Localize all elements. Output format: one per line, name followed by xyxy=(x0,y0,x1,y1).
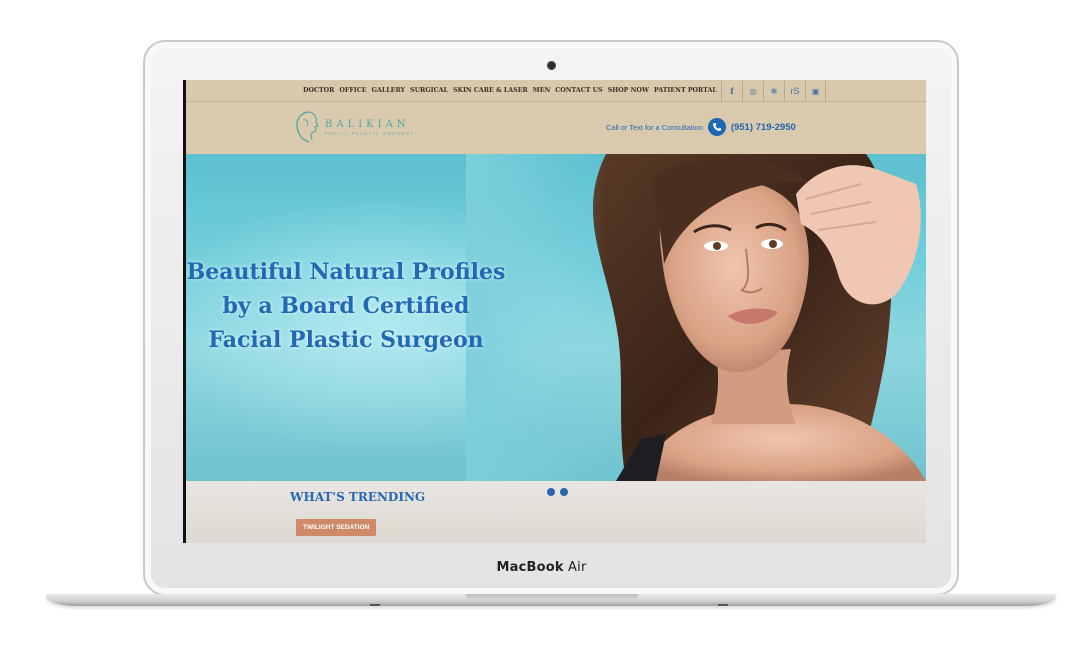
phone-icon[interactable] xyxy=(707,118,726,136)
device-label: MacBook Air xyxy=(0,560,1083,575)
nav-link-skin-care-laser[interactable]: SKIN CARE & LASER xyxy=(453,87,528,94)
laptop-foot-right xyxy=(718,604,728,606)
hero-line-3: Facial Plastic Surgeon xyxy=(208,327,484,353)
nav-link-office[interactable]: OFFICE xyxy=(339,87,366,94)
laptop-hinge-notch xyxy=(466,594,638,600)
site-logo[interactable]: BALIKIAN FACIAL PLASTIC SURGERY xyxy=(293,110,415,144)
trending-title: WHAT'S TRENDING xyxy=(290,490,426,504)
face-profile-logo-icon xyxy=(296,111,319,143)
nav-link-surgical[interactable]: SURGICAL xyxy=(410,87,448,94)
facebook-icon[interactable]: f xyxy=(721,81,742,101)
laptop-foot-left xyxy=(370,604,380,606)
hero-woman-photo xyxy=(466,154,926,481)
hero-line-1: Beautiful Natural Profiles xyxy=(186,259,506,285)
browser-screen: DOCTOR OFFICE GALLERY SURGICAL SKIN CARE… xyxy=(183,80,926,543)
twilight-sedation-button[interactable]: TWILIGHT SEDATION xyxy=(296,519,377,536)
carousel-dots xyxy=(547,488,568,496)
consultation-call: Call or Text for a Consultation (951) 71… xyxy=(606,118,796,136)
nav-link-shop-now[interactable]: SHOP NOW xyxy=(608,87,649,94)
hero-headline: Beautiful Natural Profiles by a Board Ce… xyxy=(186,255,506,357)
carousel-dot-2[interactable] xyxy=(560,488,568,496)
phone-handset-icon xyxy=(712,123,721,131)
realself-icon[interactable]: rS xyxy=(784,81,805,101)
logo-name: BALIKIAN xyxy=(325,118,410,130)
device-brand-light: Air xyxy=(563,560,587,575)
logo-tagline: FACIAL PLASTIC SURGERY xyxy=(325,130,415,136)
yelp-icon[interactable]: ✻ xyxy=(763,81,784,101)
nav-link-men[interactable]: MEN xyxy=(533,87,551,94)
phone-number[interactable]: (951) 719-2950 xyxy=(731,122,796,133)
youtube-icon[interactable]: ▣ xyxy=(805,81,826,101)
carousel-dot-1[interactable] xyxy=(547,488,555,496)
call-text: Call or Text for a Consultation xyxy=(606,122,703,132)
nav-link-patient-portal[interactable]: PATIENT PORTAL xyxy=(654,87,717,94)
top-navigation: DOCTOR OFFICE GALLERY SURGICAL SKIN CARE… xyxy=(186,80,926,102)
social-links: f ◎ ✻ rS ▣ xyxy=(721,81,826,101)
hero-line-2: by a Board Certified xyxy=(222,293,470,319)
nav-link-doctor[interactable]: DOCTOR xyxy=(303,87,334,94)
hero-banner: Beautiful Natural Profiles by a Board Ce… xyxy=(186,154,926,481)
device-brand-bold: MacBook xyxy=(496,560,564,575)
instagram-icon[interactable]: ◎ xyxy=(742,81,763,101)
nav-link-gallery[interactable]: GALLERY xyxy=(372,87,405,94)
nav-link-contact-us[interactable]: CONTACT US xyxy=(555,87,602,94)
site-header: BALIKIAN FACIAL PLASTIC SURGERY Call or … xyxy=(186,102,926,154)
trending-section: WHAT'S TRENDING TWILIGHT SEDATION xyxy=(186,481,926,543)
nav-links: DOCTOR OFFICE GALLERY SURGICAL SKIN CARE… xyxy=(303,87,717,94)
webcam-icon xyxy=(547,61,556,70)
logo-text: BALIKIAN FACIAL PLASTIC SURGERY xyxy=(325,119,415,136)
